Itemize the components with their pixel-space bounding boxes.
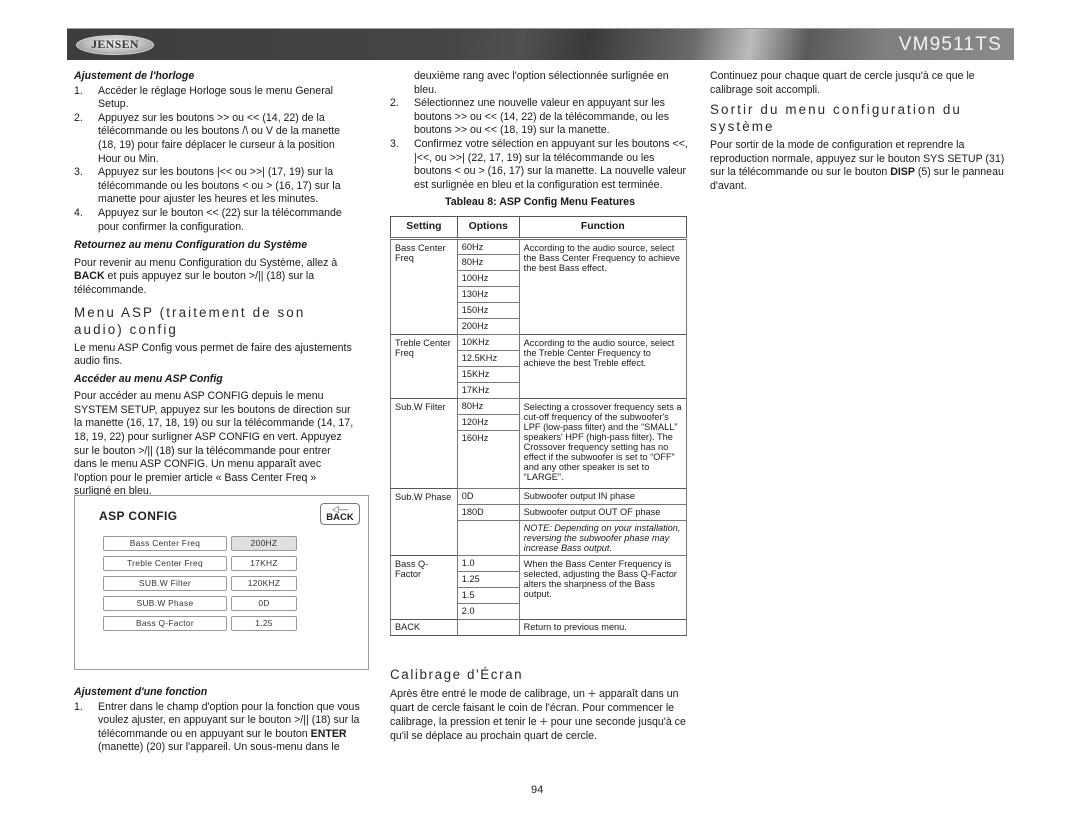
column-right: Continuez pour chaque quart de cercle ju… [710,70,1010,194]
asp-features-table: Setting Options Function Bass Center Fre… [390,215,688,636]
screen-title: ASP CONFIG [99,509,178,523]
table-title: Tableau 8: ASP Config Menu Features [445,196,635,209]
option-cell: 200Hz [456,317,520,335]
continued-text: deuxième rang avec l'option sélectionnée… [414,70,669,96]
calibration-heading: Calibrage d'Écran [390,667,524,682]
table-row: BACK Return to previous menu. [390,618,688,636]
plus-icon: + [587,685,597,701]
setting-value[interactable]: 17KHZ [231,556,297,571]
setting-value[interactable]: 1.25 [231,616,297,631]
note-cell: NOTE: Depending on your installation, re… [518,519,688,556]
model-name: VM9511TS [898,34,1002,55]
option-cell: 0D [456,487,520,505]
step-item: 2. Sélectionnez une nouvelle valeur en ap… [390,97,670,137]
function-cell: When the Bass Center Frequency is select… [518,554,688,620]
screen-row-subw-phase: SUB.W Phase 0D [103,596,297,611]
asp-heading: Menu ASP (traitement de son audio) confi… [74,304,306,337]
function-section: Ajustement d'une fonction 1. Entrer dans … [74,686,364,755]
option-cell: 80Hz [456,253,520,271]
header-bar: JENSEN VM9511TS [67,28,1014,60]
step-item: 2. Appuyez sur les boutons >> ou << (14, … [74,111,341,165]
calibration-text: Après être entré le mode de calibrage, u… [390,685,686,742]
option-cell: 1.5 [456,586,520,604]
return-text: Pour revenir au menu Configuration du Sy… [74,256,338,296]
column-header-setting: Setting [390,215,458,240]
function-cell: Selecting a crossover frequency sets a c… [518,397,688,489]
option-cell: 1.25 [456,570,520,588]
option-cell: 160Hz [456,429,520,489]
screen-row-subw-filter: SUB.W Filter 120KHZ [103,576,297,591]
function-cell: Return to previous menu. [518,618,688,636]
table-row: Treble Center Freq 10KHz According to th… [390,333,688,399]
setting-label[interactable]: SUB.W Phase [103,596,227,611]
option-cell: 15KHz [456,365,520,383]
column-left: Ajustement de l'horloge 1. Accéder le rég… [74,70,356,503]
screen-row-treble-center-freq: Treble Center Freq 17KHZ [103,556,297,571]
setting-label[interactable]: SUB.W Filter [103,576,227,591]
setting-cell: Bass Q-Factor [390,554,458,620]
option-cell: 180D [456,503,520,521]
calibration-section: Calibrage d'Écran Après être entré le mo… [390,660,690,743]
table-row: Sub.W Phase 0D Subwoofer output IN phase [390,487,688,556]
function-section-title: Ajustement d'une fonction [74,686,208,698]
page-number: 94 [531,784,544,796]
step-item: 1. Entrer dans le champ d'option pour la … [74,700,360,754]
table-row: Sub.W Filter 80Hz Selecting a crossover … [390,397,688,489]
column-header-function: Function [518,215,688,240]
option-cell: 1.0 [456,554,520,572]
function-cell: Subwoofer output OUT OF phase [518,503,688,521]
option-cell: 150Hz [456,301,520,319]
return-section-title: Retournez au menu Configuration du Systè… [74,239,308,252]
option-cell: 130Hz [456,285,520,303]
setting-cell: Treble Center Freq [390,333,458,399]
setting-cell: Bass Center Freq [390,237,458,335]
setting-value[interactable]: 120KHZ [231,576,297,591]
clock-section-title: Ajustement de l'horloge [74,70,195,82]
asp-intro: Le menu ASP Config vous permet de faire … [74,341,352,368]
continued-text: Continuez pour chaque quart de cercle ju… [710,70,975,96]
screen-row-bass-center-freq: Bass Center Freq 200HZ [103,536,297,551]
asp-access-text: Pour accéder au menu ASP CONFIG depuis l… [74,390,354,498]
setting-label[interactable]: Bass Q-Factor [103,616,227,631]
option-cell: 80Hz [456,397,520,415]
exit-heading: Sortir du menu configuration du système [710,102,962,135]
setting-value[interactable]: 200HZ [231,536,297,551]
option-cell: 100Hz [456,269,520,287]
option-cell: 60Hz [456,237,520,255]
option-cell [456,519,520,556]
function-cell: According to the audio source, select th… [518,333,688,399]
back-button[interactable]: ◁— BACK [320,503,360,525]
option-cell: 120Hz [456,413,520,431]
setting-value[interactable]: 0D [231,596,297,611]
function-cell: Subwoofer output IN phase [518,487,688,505]
option-cell: 12.5KHz [456,349,520,367]
table-row: Bass Q-Factor 1.0 When the Bass Center F… [390,554,688,620]
step-item: 3. Appuyez sur les boutons |<< ou >>| (17… [74,166,341,206]
step-item: 1. Accéder le réglage Horloge sous le men… [74,84,333,111]
setting-cell: BACK [390,618,458,636]
step-item: 3. Confirmez votre sélection en appuyant … [390,137,688,191]
setting-cell: Sub.W Phase [390,487,458,556]
option-cell [456,618,520,636]
option-cell: 2.0 [456,602,520,620]
exit-text: Pour sortir de la mode de configuration … [710,139,1005,192]
setting-label[interactable]: Bass Center Freq [103,536,227,551]
function-cell: According to the audio source, select th… [518,237,688,335]
step-item: 4. Appuyez sur le bouton << (22) sur la t… [74,206,342,233]
column-header-options: Options [456,215,520,240]
plus-icon: + [539,713,548,730]
setting-label[interactable]: Treble Center Freq [103,556,227,571]
asp-access-title: Accéder au menu ASP Config [74,372,223,385]
option-cell: 10KHz [456,333,520,351]
jensen-logo: JENSEN [76,35,154,55]
asp-config-screen: ASP CONFIG ◁— BACK Bass Center Freq 200H… [74,495,369,670]
option-cell: 17KHz [456,381,520,399]
table-row: Bass Center Freq 60Hz According to the a… [390,237,688,335]
clock-steps: 1. Accéder le réglage Horloge sous le men… [74,85,356,235]
column-middle: deuxième rang avec l'option sélectionnée… [390,70,690,636]
screen-row-bass-q-factor: Bass Q-Factor 1.25 [103,616,297,631]
setting-cell: Sub.W Filter [390,397,458,489]
